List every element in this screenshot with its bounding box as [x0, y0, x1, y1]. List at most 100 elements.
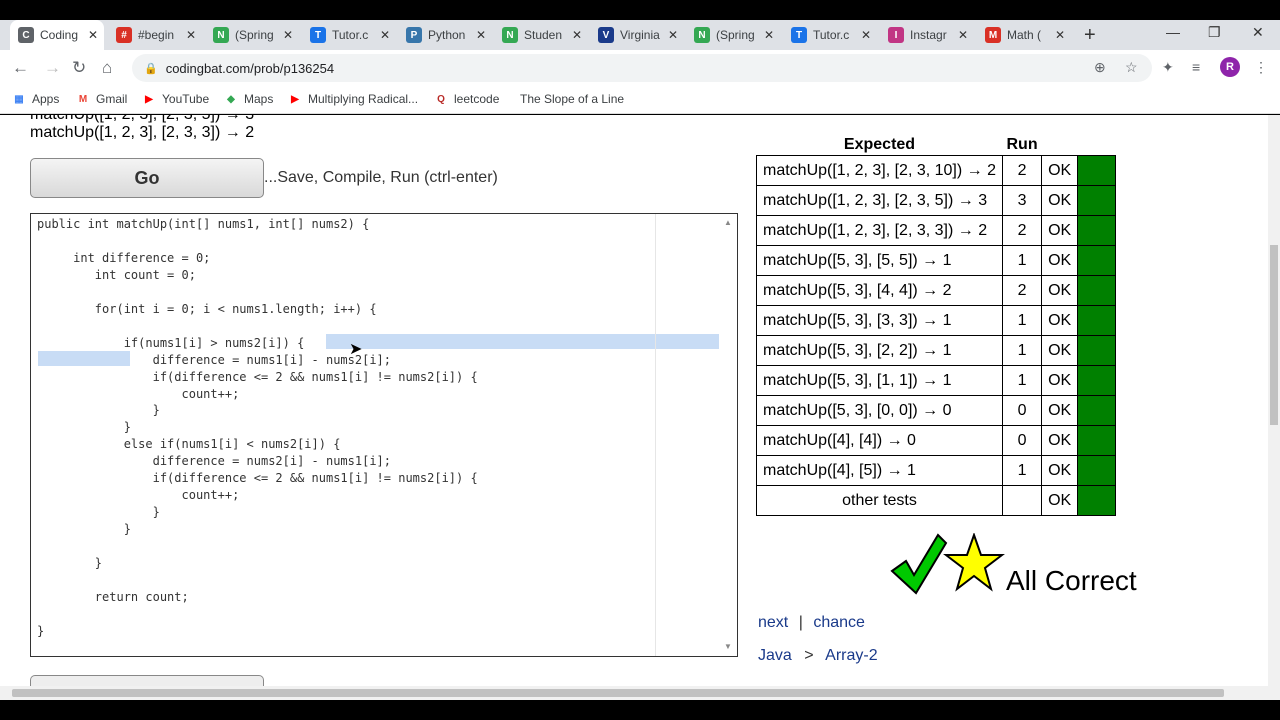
reload-icon[interactable]: ↻: [72, 58, 86, 78]
code-line: for(int i = 0; i < nums1.length; i++) {: [37, 301, 377, 316]
tab-close-icon[interactable]: ✕: [1055, 28, 1065, 42]
result-row: matchUp([5, 3], [4, 4]) → 2 2 OK: [756, 275, 1117, 306]
bookmark-item[interactable]: Qleetcode: [434, 92, 499, 106]
breadcrumb-array2[interactable]: Array-2: [825, 647, 877, 664]
tab-close-icon[interactable]: ✕: [572, 28, 582, 42]
status-cell: OK: [1041, 245, 1079, 276]
code-line: if(difference <= 2 && nums1[i] != nums2[…: [37, 471, 478, 486]
bookmark-label: Apps: [32, 92, 60, 106]
pass-indicator: [1077, 275, 1117, 306]
extensions-icon[interactable]: ✦: [1162, 59, 1174, 76]
tab-close-icon[interactable]: ✕: [283, 28, 293, 42]
run-cell: 0: [1001, 395, 1043, 426]
tab-close-icon[interactable]: ✕: [958, 28, 968, 42]
breadcrumb-java[interactable]: Java: [758, 647, 792, 664]
bookmark-item[interactable]: ▶ YouTube: [142, 92, 209, 106]
tab-close-icon[interactable]: ✕: [186, 28, 196, 42]
scroll-up-icon[interactable]: ▲: [724, 218, 732, 227]
close-window-icon[interactable]: ✕: [1252, 24, 1264, 41]
bookmark-star-icon[interactable]: ☆: [1125, 59, 1138, 76]
second-button-partial[interactable]: [30, 675, 264, 686]
minimize-icon[interactable]: —: [1166, 24, 1180, 40]
expected-cell: matchUp([5, 3], [0, 0]) → 0: [756, 395, 1003, 426]
page-content: matchUp([1, 2, 3], [2, 3, 5]) → 3 matchU…: [0, 115, 1268, 686]
browser-tab[interactable]: # #begin ✕: [108, 20, 202, 50]
result-row: matchUp([5, 3], [0, 0]) → 0 0 OK: [756, 395, 1117, 426]
tab-close-icon[interactable]: ✕: [380, 28, 390, 42]
result-row: matchUp([5, 3], [2, 2]) → 1 1 OK: [756, 335, 1117, 366]
pass-indicator: [1077, 185, 1117, 216]
go-hint: ...Save, Compile, Run (ctrl-enter): [264, 169, 498, 186]
forward-icon[interactable]: →: [44, 58, 61, 78]
status-cell: OK: [1041, 425, 1079, 456]
expected-cell: matchUp([1, 2, 3], [2, 3, 10]) → 2: [756, 155, 1003, 186]
result-row: matchUp([4], [4]) → 0 0 OK: [756, 425, 1117, 456]
tab-close-icon[interactable]: ✕: [88, 28, 98, 42]
scroll-down-icon[interactable]: ▼: [724, 642, 732, 651]
tab-close-icon[interactable]: ✕: [668, 28, 678, 42]
browser-tab[interactable]: N (Spring ✕: [686, 20, 780, 50]
status-cell: OK: [1041, 455, 1079, 486]
browser-tab[interactable]: N (Spring ✕: [205, 20, 299, 50]
status-cell: OK: [1041, 275, 1079, 306]
browser-tab[interactable]: T Tutor.c ✕: [302, 20, 396, 50]
tab-close-icon[interactable]: ✕: [764, 28, 774, 42]
back-icon[interactable]: ←: [12, 58, 29, 78]
expected-cell: matchUp([1, 2, 3], [2, 3, 5]) → 3: [756, 185, 1003, 216]
profile-avatar[interactable]: R: [1220, 57, 1240, 77]
browser-tab[interactable]: N Studen ✕: [494, 20, 588, 50]
horizontal-scroll-thumb[interactable]: [12, 689, 1224, 697]
go-button[interactable]: Go: [30, 158, 264, 198]
result-row: other tests OK: [756, 485, 1117, 516]
tab-favicon-icon: N: [213, 27, 229, 43]
vertical-scroll-thumb[interactable]: [1270, 245, 1278, 425]
bookmark-label: leetcode: [454, 92, 500, 106]
expected-cell: matchUp([5, 3], [2, 2]) → 1: [756, 335, 1003, 366]
expected-cell: matchUp([5, 3], [4, 4]) → 2: [756, 275, 1003, 306]
bookmark-item[interactable]: The Slope of a Line: [520, 92, 624, 106]
reading-list-icon[interactable]: ≡: [1192, 59, 1200, 75]
bookmark-item[interactable]: ▶ Multiplying Radical...: [288, 92, 418, 106]
address-bar[interactable]: 🔒 codingbat.com/prob/p136254: [132, 54, 1152, 82]
home-icon[interactable]: ⌂: [102, 58, 112, 78]
browser-tab[interactable]: I Instagr ✕: [880, 20, 974, 50]
next-link[interactable]: next: [758, 614, 788, 631]
browser-tab[interactable]: M Math (✕: [977, 20, 1071, 50]
restore-icon[interactable]: ❐: [1208, 24, 1221, 41]
problem-nav: next | chance: [758, 614, 865, 632]
bookmark-item[interactable]: ◆ Maps: [224, 92, 273, 106]
browser-tab[interactable]: C Coding ✕: [10, 20, 104, 50]
tab-favicon-icon: T: [791, 27, 807, 43]
menu-icon[interactable]: ⋮: [1254, 59, 1268, 76]
code-editor[interactable]: public int matchUp(int[] nums1, int[] nu…: [30, 213, 738, 657]
status-cell: OK: [1041, 305, 1079, 336]
youtube-icon: ▶: [145, 93, 153, 105]
chance-link[interactable]: chance: [813, 614, 865, 631]
browser-tab[interactable]: V Virginia ✕: [590, 20, 684, 50]
pass-indicator: [1077, 215, 1117, 246]
apps-icon: ▦: [14, 93, 24, 105]
mouse-cursor-icon: ➤: [349, 341, 363, 358]
code-line: if(nums1[i] > nums2[i]) {: [37, 335, 305, 350]
tab-close-icon[interactable]: ✕: [861, 28, 871, 42]
browser-tab[interactable]: P Python ✕: [398, 20, 492, 50]
screen-top-bar: [0, 0, 1280, 20]
status-cell: OK: [1041, 365, 1079, 396]
tab-close-icon[interactable]: ✕: [476, 28, 486, 42]
tab-title: Tutor.c: [332, 28, 369, 42]
editor-scrollbar[interactable]: ▲ ▼: [719, 214, 737, 656]
zoom-icon[interactable]: ⊕: [1094, 59, 1106, 76]
page-horizontal-scrollbar[interactable]: [0, 686, 1280, 700]
bookmark-item[interactable]: ▦ Apps: [12, 92, 59, 106]
page-vertical-scrollbar[interactable]: [1268, 115, 1280, 686]
code-line: if(difference <= 2 && nums1[i] != nums2[…: [37, 369, 478, 384]
expected-cell: matchUp([1, 2, 3], [2, 3, 3]) → 2: [756, 215, 1003, 246]
browser-tab[interactable]: T Tutor.c ✕: [783, 20, 877, 50]
check-icon: [890, 533, 948, 595]
tab-title: Instagr: [910, 28, 947, 42]
new-tab-icon[interactable]: +: [1084, 24, 1096, 47]
tab-title: Tutor.c: [813, 28, 850, 42]
run-cell: 0: [1001, 425, 1043, 456]
bookmark-item[interactable]: M Gmail: [76, 92, 128, 106]
status-cell: OK: [1041, 185, 1079, 216]
